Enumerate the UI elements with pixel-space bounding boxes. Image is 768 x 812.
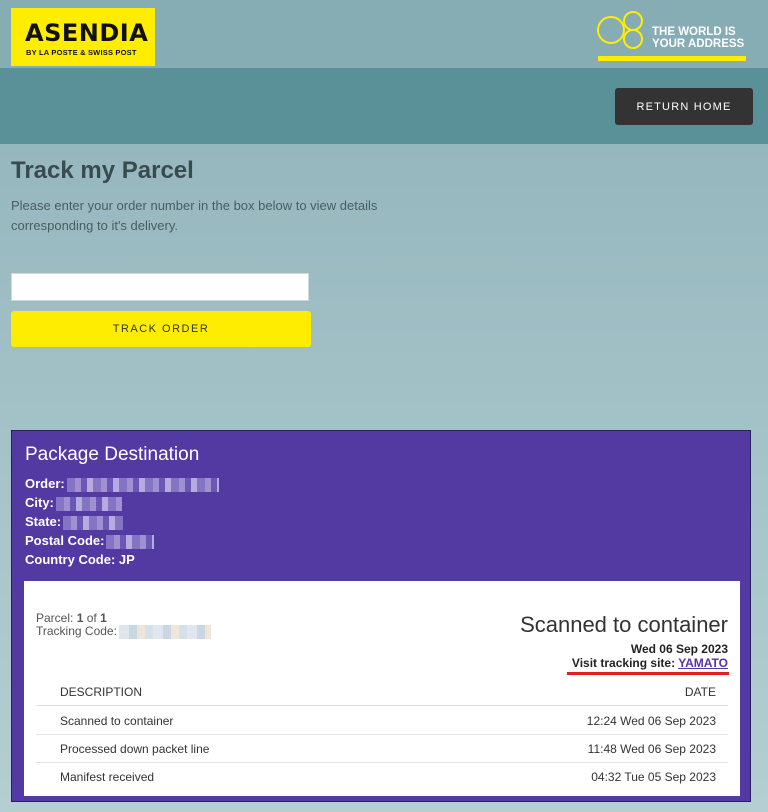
asendia-logo[interactable]: ASENDIA BY LA POSTE & SWISS POST (11, 8, 155, 66)
event-date: 11:48 Wed 06 Sep 2023 (587, 742, 716, 756)
track-order-button[interactable]: TRACK ORDER (11, 311, 311, 347)
city-field: City: (25, 495, 122, 511)
event-date: 04:32 Tue 05 Sep 2023 (591, 770, 716, 784)
order-number-input[interactable] (11, 273, 309, 301)
package-destination-title: Package Destination (25, 444, 200, 465)
tagline-line-1: THE WORLD IS (652, 26, 736, 38)
logo-wordmark: ASENDIA (25, 19, 149, 47)
order-label: Order: (25, 476, 65, 491)
redacted-state-value (63, 515, 124, 530)
parcel-index: 1 (76, 611, 84, 625)
header-bar: ASENDIA BY LA POSTE & SWISS POST THE WOR… (0, 0, 768, 68)
parcel-of: of (86, 611, 97, 625)
yamato-link[interactable]: YAMATO (678, 656, 728, 670)
table-row: Manifest received 04:32 Tue 05 Sep 2023 (36, 762, 728, 790)
event-description: Processed down packet line (60, 742, 210, 756)
logo-subtitle: BY LA POSTE & SWISS POST (26, 48, 137, 57)
redacted-tracking-code (118, 625, 211, 639)
state-label: State: (25, 514, 62, 529)
tracking-code: Tracking Code: (36, 625, 211, 639)
parcel-total: 1 (100, 611, 107, 625)
parcel-status: Scanned to container (520, 612, 728, 637)
page-title: Track my Parcel (11, 157, 194, 184)
events-table-header: DESCRIPTION DATE (36, 679, 728, 706)
parcel-label: Parcel: (36, 611, 74, 625)
redacted-postal-value (106, 534, 155, 549)
tagline-line-2: YOUR ADDRESS (652, 38, 745, 50)
tagline-underline (598, 56, 746, 61)
tracking-code-label: Tracking Code: (36, 624, 117, 639)
order-field: Order: (25, 476, 219, 492)
event-date: 12:24 Wed 06 Sep 2023 (586, 714, 716, 728)
redacted-city-value (55, 496, 122, 511)
visit-tracking-site: Visit tracking site: YAMATO (572, 656, 728, 670)
parcel-card: Parcel: 1 of 1 Tracking Code: Scanned to… (24, 581, 740, 796)
country-code-label: Country Code: (25, 552, 116, 567)
intro-text: Please enter your order number in the bo… (11, 198, 378, 233)
red-underline-annotation (567, 672, 729, 675)
table-row: Scanned to container 12:24 Wed 06 Sep 20… (36, 706, 728, 735)
visit-tracking-label: Visit tracking site: (571, 656, 676, 670)
country-code-field: Country Code: JP (25, 552, 135, 567)
country-code-value: JP (118, 552, 135, 567)
postal-code-label: Postal Code: (25, 533, 105, 548)
description-column-header: DESCRIPTION (60, 685, 143, 699)
parcel-count: Parcel: 1 of 1 (36, 612, 107, 625)
return-home-button[interactable]: RETURN HOME (615, 88, 753, 125)
package-destination-panel: Package Destination Order: City: State: … (11, 430, 751, 802)
date-column-header: DATE (684, 685, 716, 699)
city-label: City: (25, 495, 54, 510)
state-field: State: (25, 514, 124, 530)
event-description: Manifest received (60, 770, 155, 784)
tagline-text: THE WORLD IS YOUR ADDRESS (652, 26, 744, 50)
redacted-order-value (66, 477, 219, 492)
tagline: THE WORLD IS YOUR ADDRESS (596, 8, 748, 62)
circles-logo-icon (597, 11, 643, 49)
table-row: Processed down packet line 11:48 Wed 06 … (36, 734, 728, 763)
event-description: Scanned to container (60, 714, 174, 728)
postal-code-field: Postal Code: (25, 533, 155, 549)
parcel-status-date: Wed 06 Sep 2023 (630, 642, 728, 656)
